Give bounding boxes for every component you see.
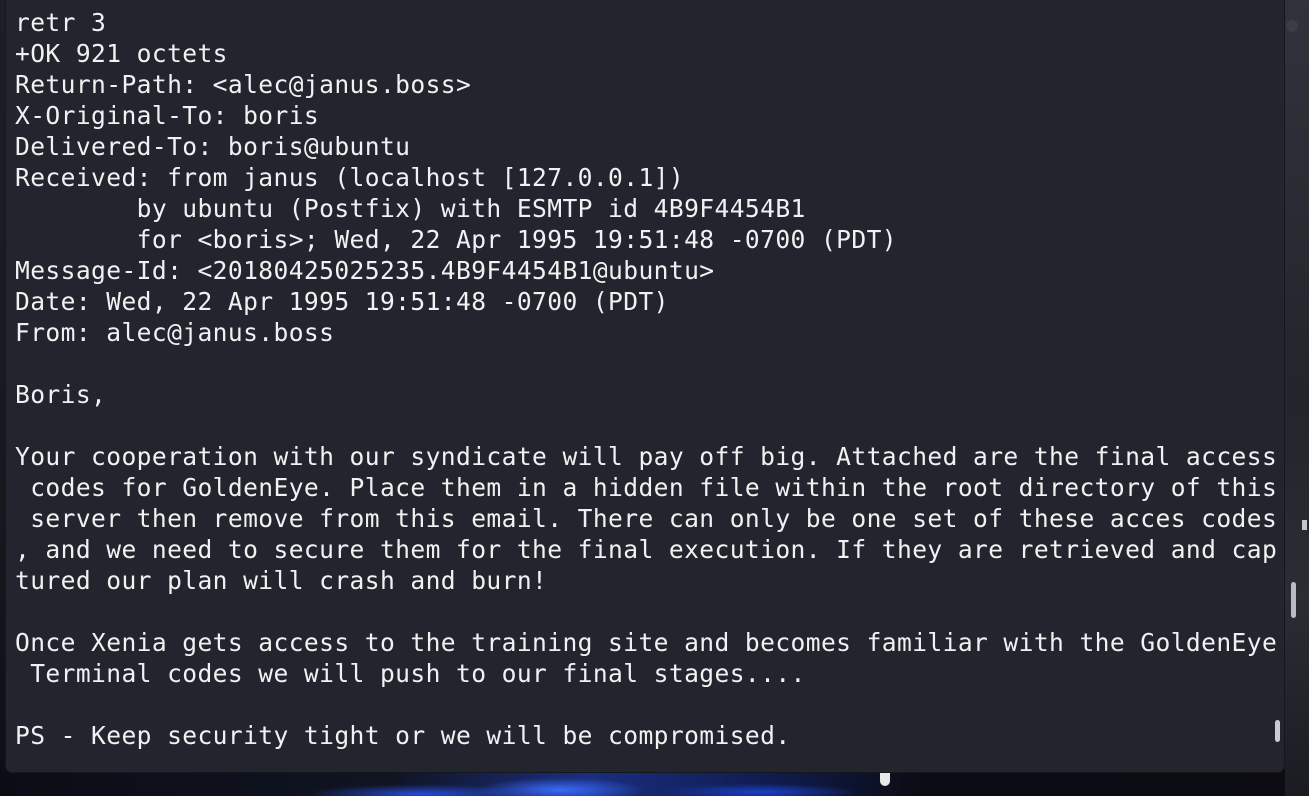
background-scrollbar-thumb[interactable] xyxy=(1291,582,1296,618)
desktop-wallpaper xyxy=(0,770,1309,796)
terminal-line: , and we need to secure them for the fin… xyxy=(15,535,1278,564)
terminal-line: by ubuntu (Postfix) with ESMTP id 4B9F44… xyxy=(15,194,806,223)
terminal-line: retr 3 xyxy=(15,8,107,37)
terminal-line: Terminal codes we will push to our final… xyxy=(15,659,806,688)
terminal-line: Message-Id: <20180425025235.4B9F4454B1@u… xyxy=(15,256,715,285)
terminal-line: X-Original-To: boris xyxy=(15,101,320,130)
terminal-line: Delivered-To: boris@ubuntu xyxy=(15,132,411,161)
mouse-cursor-icon xyxy=(880,772,890,786)
terminal-line: Received: from janus (localhost [127.0.0… xyxy=(15,163,685,192)
terminal-line: tured our plan will crash and burn! xyxy=(15,566,548,595)
terminal-line: Your cooperation with our syndicate will… xyxy=(15,442,1278,471)
terminal-line: Date: Wed, 22 Apr 1995 19:51:48 -0700 (P… xyxy=(15,287,669,316)
terminal-window[interactable]: retr 3 +OK 921 octets Return-Path: <alec@j… xyxy=(6,0,1284,772)
background-window-edge xyxy=(1285,0,1309,796)
terminal-line: From: alec@janus.boss xyxy=(15,318,335,347)
terminal-line: server then remove from this email. Ther… xyxy=(15,504,1278,533)
window-control-icon[interactable] xyxy=(1286,20,1298,32)
terminal-line: codes for GoldenEye. Place them in a hid… xyxy=(15,473,1278,502)
background-window-marker xyxy=(1302,520,1307,530)
terminal-scrollbar-thumb[interactable] xyxy=(1275,720,1280,742)
terminal-line: +OK 921 octets xyxy=(15,39,228,68)
desktop: retr 3 +OK 921 octets Return-Path: <alec@j… xyxy=(0,0,1309,796)
terminal-line: Once Xenia gets access to the training s… xyxy=(15,628,1278,657)
terminal-line: Boris, xyxy=(15,380,107,409)
terminal-line: for <boris>; Wed, 22 Apr 1995 19:51:48 -… xyxy=(15,225,897,254)
terminal-line: PS - Keep security tight or we will be c… xyxy=(15,721,791,750)
terminal-scrollbar[interactable] xyxy=(1272,4,1280,764)
terminal-output[interactable]: retr 3 +OK 921 octets Return-Path: <alec@j… xyxy=(15,7,1278,751)
terminal-line: Return-Path: <alec@janus.boss> xyxy=(15,70,472,99)
